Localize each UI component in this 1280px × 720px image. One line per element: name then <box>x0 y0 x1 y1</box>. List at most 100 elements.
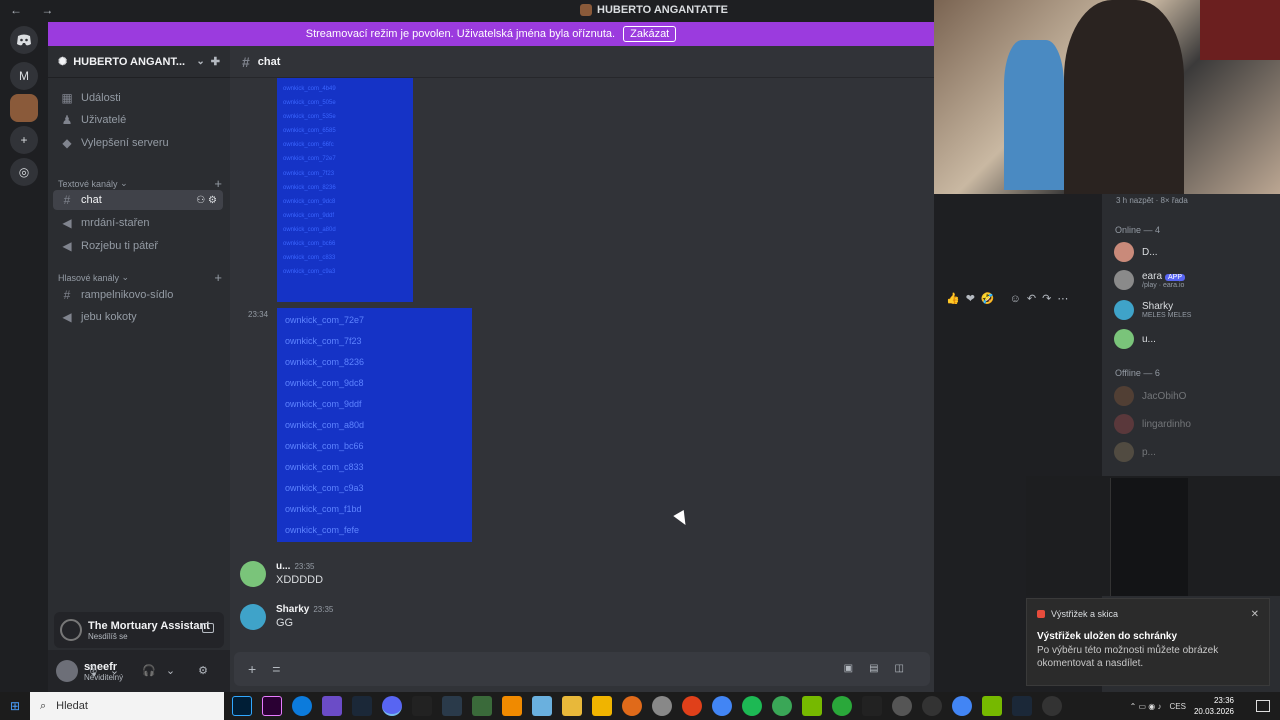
message-input[interactable]: = <box>272 661 280 677</box>
chrome-icon[interactable] <box>712 696 732 716</box>
member-item[interactable]: Sharky MELES MELES <box>1114 300 1191 320</box>
add-attachment-icon[interactable]: + <box>248 661 256 677</box>
app-badge: APP <box>1165 274 1186 281</box>
windows-start-icon[interactable]: ⊞ <box>0 699 30 713</box>
message-composer[interactable]: + = ▣▤◫ <box>234 652 930 686</box>
search-icon: ⌕ <box>40 699 47 712</box>
channel-rampelnikovo[interactable]: # rampelnikovo-sídlo <box>53 285 223 305</box>
close-icon[interactable]: ✕ <box>1251 609 1259 620</box>
avatar[interactable] <box>240 604 266 630</box>
window-title: HUBERTO ANGANTATTE <box>580 4 728 16</box>
app-icon[interactable] <box>622 696 642 716</box>
invite-icon[interactable]: ✚ <box>211 55 220 68</box>
sidebar-item-events[interactable]: ▦ Události <box>53 88 223 108</box>
premiere-icon[interactable] <box>262 696 282 716</box>
app-icon[interactable] <box>472 696 492 716</box>
app-icon[interactable] <box>442 696 462 716</box>
app-icon[interactable] <box>652 696 672 716</box>
list-item: ownkick_com_9dc8 <box>283 198 336 205</box>
app-icon[interactable] <box>892 696 912 716</box>
nvidia-icon[interactable] <box>982 696 1002 716</box>
language-indicator[interactable]: CES <box>1170 702 1186 711</box>
channel-settings-icon[interactable]: ⚇ ⚙ <box>196 195 217 206</box>
taskbar-search[interactable]: ⌕ Hledat <box>30 692 224 720</box>
app-icon[interactable] <box>772 696 792 716</box>
snip-preview <box>1110 478 1188 596</box>
nvidia-icon[interactable] <box>802 696 822 716</box>
spotify-icon[interactable] <box>742 696 762 716</box>
member-status: MELES MELES <box>1142 312 1192 319</box>
discord-home-icon[interactable] <box>10 26 38 54</box>
message-reactions-toolbar[interactable]: 👍❤🤣 ☺↶↷⋯ <box>946 292 1074 305</box>
add-server-icon[interactable]: + <box>10 126 38 154</box>
system-tray[interactable]: ⌃ ▭ ◉ ♪ CES 23:36 20.03.2026 <box>1130 695 1234 717</box>
app-icon[interactable] <box>862 696 882 716</box>
message-text: XDDDDD <box>276 574 324 586</box>
notification-icon[interactable] <box>1256 700 1270 712</box>
channel-label: Rozjebu ti páteř <box>81 240 159 252</box>
composer-tools[interactable]: ▣▤◫ <box>844 663 920 674</box>
app-icon[interactable] <box>532 696 552 716</box>
clock-time: 23:36 <box>1213 696 1234 705</box>
server-header[interactable]: ✺ HUBERTO ANGANT... ⌄ ✚ <box>48 46 230 78</box>
list-item: ownkick_com_9ddf <box>283 212 335 219</box>
channel-sidebar: ✺ HUBERTO ANGANT... ⌄ ✚ ▦ Události ♟ Uži… <box>48 46 230 692</box>
member-item[interactable]: D... <box>1114 242 1158 262</box>
member-name: p... <box>1142 446 1156 458</box>
member-item[interactable]: p... <box>1114 442 1156 462</box>
app-icon[interactable] <box>832 696 852 716</box>
server-m-icon[interactable]: M <box>10 62 38 90</box>
member-name: D... <box>1142 246 1158 258</box>
list-item: ownkick_com_9dc8 <box>285 378 364 388</box>
file-explorer-icon[interactable] <box>562 696 582 716</box>
channel-mrdani-staren[interactable]: ◀ mrdání-stařen <box>53 213 223 233</box>
member-item[interactable]: u... <box>1114 329 1156 349</box>
game-status: Nesdílíš se <box>88 631 128 641</box>
steam-icon[interactable] <box>352 696 372 716</box>
store-icon[interactable] <box>322 696 342 716</box>
member-item[interactable]: JacObihO <box>1114 386 1186 406</box>
sidebar-item-users[interactable]: ♟ Uživatelé <box>53 110 223 130</box>
steam-icon[interactable] <box>1012 696 1032 716</box>
app-icon[interactable] <box>682 696 702 716</box>
nav-arrows[interactable]: ← → <box>10 3 61 17</box>
disable-streamer-mode-button[interactable]: Zakázat <box>623 26 677 42</box>
sidebar-item-label: Vylepšení serveru <box>81 137 169 149</box>
chrome-icon[interactable] <box>952 696 972 716</box>
snip-thumbnail[interactable] <box>1026 476 1280 596</box>
channel-jebu-kokoty[interactable]: ◀ jebu kokoty <box>53 307 223 327</box>
discover-icon[interactable]: ◎ <box>10 158 38 186</box>
notification-toast[interactable]: Výstřižek a skica ✕ Výstřižek uložen do … <box>1026 598 1270 686</box>
edge-icon[interactable] <box>292 696 312 716</box>
message-author[interactable]: Sharky <box>276 604 309 615</box>
message-author[interactable]: u... <box>276 561 290 572</box>
app-icon[interactable] <box>922 696 942 716</box>
clock[interactable]: 23:36 20.03.2026 <box>1194 695 1234 717</box>
member-name: Sharky <box>1142 301 1174 312</box>
rockstar-icon[interactable] <box>592 696 612 716</box>
vlc-icon[interactable] <box>502 696 522 716</box>
avatar[interactable] <box>240 561 266 587</box>
app-icon[interactable] <box>1042 696 1062 716</box>
avatar[interactable] <box>56 660 78 682</box>
tray-icons[interactable]: ⌃ ▭ ◉ ♪ <box>1130 702 1162 711</box>
member-item[interactable]: lingardinho <box>1114 414 1191 434</box>
user-panel: sneefr Neviditelný 🎙⌄ 🎧⌄ ⚙ <box>48 650 230 692</box>
server-avatar-icon[interactable] <box>10 94 38 122</box>
text-channels-category[interactable]: Textové kanály ⌄ + <box>58 176 222 191</box>
epic-games-icon[interactable] <box>412 696 432 716</box>
channel-chat[interactable]: # chat ⚇ ⚙ <box>53 190 223 210</box>
discord-icon[interactable] <box>382 696 402 716</box>
sidebar-item-boost[interactable]: ◆ Vylepšení serveru <box>53 133 223 153</box>
search-label: Hledat <box>56 700 88 712</box>
screen-share-icon[interactable] <box>202 623 214 633</box>
game-name: The Mortuary Assistant <box>88 619 210 632</box>
voice-channels-category[interactable]: Hlasové kanály ⌄ + <box>58 270 222 285</box>
photoshop-icon[interactable] <box>232 696 252 716</box>
channel-rozjebu[interactable]: ◀ Rozjebu ti páteř <box>53 236 223 256</box>
add-channel-icon[interactable]: + <box>214 176 222 191</box>
member-item[interactable]: eara APP /play · eara.io <box>1114 270 1186 290</box>
add-channel-icon[interactable]: + <box>214 270 222 285</box>
webcam-person <box>1004 40 1064 190</box>
user-controls[interactable]: 🎙⌄ 🎧⌄ ⚙ <box>86 664 218 677</box>
